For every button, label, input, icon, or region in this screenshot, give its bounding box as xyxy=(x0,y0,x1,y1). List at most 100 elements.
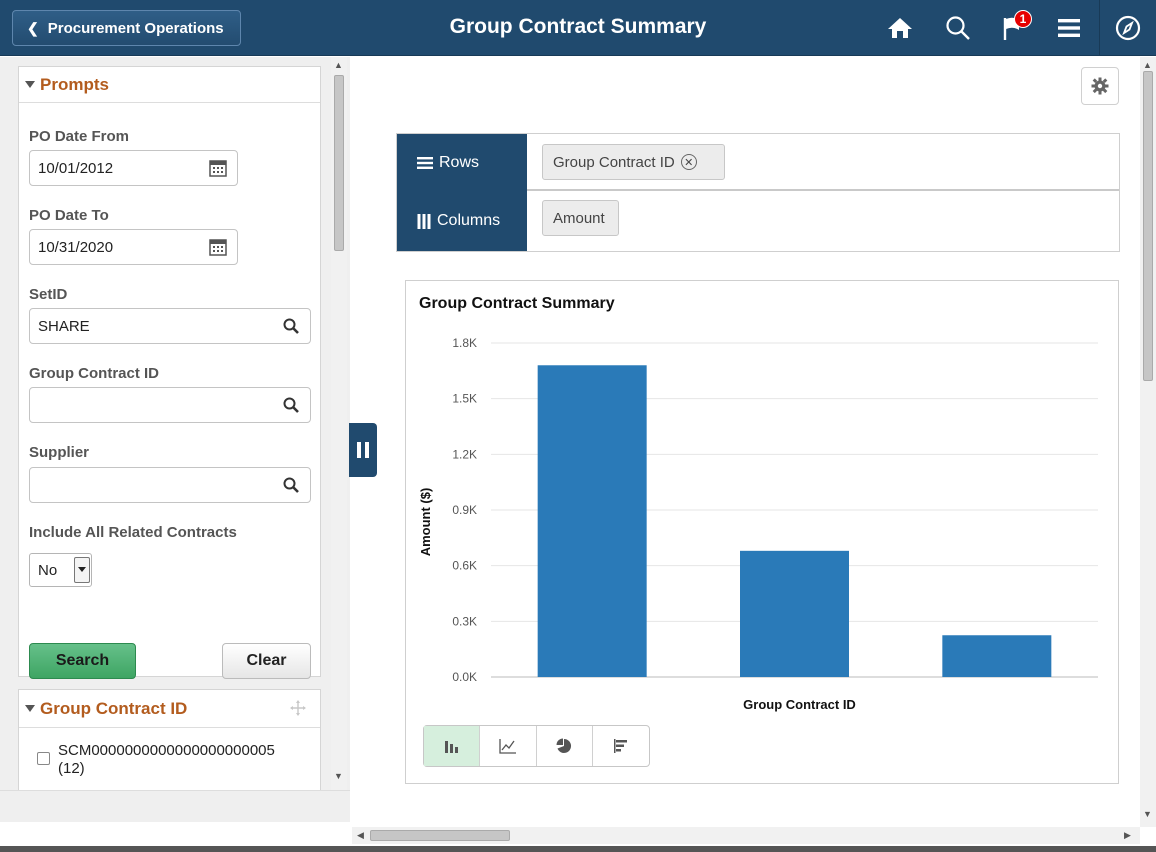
setid-value: SHARE xyxy=(38,317,90,335)
y-tick-label: 0.6K xyxy=(452,559,477,573)
chart-card: 0.0K 0.3K 0.6K 0.9K 1.2K 1.5K 1.8K Group Contra… xyxy=(405,280,1119,784)
horizontal-bar-chart-type-button[interactable] xyxy=(593,726,649,766)
bar-chart-type-button[interactable] xyxy=(424,726,481,766)
prompts-section: Prompts PO Date From 10/01/2012 PO Date … xyxy=(18,66,321,679)
notification-flag-icon[interactable]: 1 xyxy=(1000,10,1032,42)
prompts-heading: Prompts xyxy=(40,74,109,94)
main-scrollbar[interactable]: ▲ ▼ xyxy=(1140,57,1156,827)
column-chip-label: Amount xyxy=(553,209,605,227)
setid-field[interactable]: SHARE xyxy=(29,308,311,344)
pause-bar-icon xyxy=(365,442,369,458)
scroll-up-arrow-icon[interactable]: ▲ xyxy=(334,60,343,70)
facet-item-count: (12) xyxy=(58,760,85,777)
prompts-panel: Prompts PO Date From 10/01/2012 PO Date … xyxy=(0,57,350,821)
scroll-down-arrow-icon[interactable]: ▼ xyxy=(1143,809,1152,819)
pivot-grid-toolbar: Rows Columns Group Contract ID ✕ Amount xyxy=(396,133,1120,252)
group-contract-facet: Group Contract ID SCM0000000000000000000… xyxy=(18,689,321,799)
scroll-down-arrow-icon[interactable]: ▼ xyxy=(334,771,343,781)
lookup-search-icon[interactable] xyxy=(282,396,300,414)
po-date-to-label: PO Date To xyxy=(29,207,109,224)
settings-button[interactable] xyxy=(1081,67,1119,105)
navbar-compass-icon[interactable] xyxy=(1114,14,1142,42)
clear-button[interactable]: Clear xyxy=(222,643,311,679)
header-divider xyxy=(1099,0,1100,56)
back-button[interactable]: ❮ Procurement Operations xyxy=(12,10,241,46)
hamburger-menu-icon[interactable] xyxy=(1055,14,1083,42)
window-bottom-border xyxy=(0,846,1156,852)
column-field-chip[interactable]: Amount xyxy=(542,200,619,236)
left-panel-scrollbar[interactable]: ▲ ▼ xyxy=(331,57,347,790)
include-related-value: No xyxy=(38,561,58,579)
x-axis-label: Group Contract ID xyxy=(743,697,856,712)
back-button-label: Procurement Operations xyxy=(47,19,224,37)
include-related-select[interactable]: No xyxy=(29,553,92,587)
po-date-to-field[interactable]: 10/31/2020 xyxy=(29,229,238,265)
search-icon[interactable] xyxy=(944,14,972,42)
line-chart-type-button[interactable] xyxy=(480,726,537,766)
po-date-from-label: PO Date From xyxy=(29,128,130,145)
search-button[interactable]: Search xyxy=(29,643,136,679)
horizontal-scroll-thumb[interactable] xyxy=(370,830,510,841)
scroll-up-arrow-icon[interactable]: ▲ xyxy=(1143,60,1152,70)
left-panel-footer xyxy=(0,790,350,822)
rows-icon xyxy=(417,157,433,169)
dropdown-arrow-icon xyxy=(74,557,90,583)
y-axis-label: Amount ($) xyxy=(418,488,433,557)
main-scroll-thumb[interactable] xyxy=(1143,71,1153,381)
pivot-divider xyxy=(527,189,1119,191)
pie-chart-icon xyxy=(556,738,572,753)
columns-icon xyxy=(417,213,431,229)
facet-checkbox[interactable] xyxy=(37,752,50,765)
bar-chart-icon xyxy=(444,741,458,753)
lookup-search-icon[interactable] xyxy=(282,476,300,494)
main-horizontal-scrollbar[interactable]: ◀ ▶ xyxy=(352,827,1140,844)
drag-move-icon[interactable] xyxy=(290,700,306,716)
bar xyxy=(942,635,1052,677)
facet-list-item[interactable]: SCM0000000000000000000005 (12) xyxy=(37,742,275,778)
po-date-to-value: 10/31/2020 xyxy=(38,238,114,256)
include-related-label: Include All Related Contracts xyxy=(29,524,237,541)
po-date-from-field[interactable]: 10/01/2012 xyxy=(29,150,238,186)
y-tick-label: 1.8K xyxy=(452,336,477,350)
lookup-search-icon[interactable] xyxy=(282,317,300,335)
columns-label: Columns xyxy=(437,212,501,229)
po-date-from-value: 10/01/2012 xyxy=(38,159,114,177)
bar xyxy=(740,550,849,677)
y-tick-label: 1.5K xyxy=(452,392,477,406)
rows-label: Rows xyxy=(439,154,480,171)
bar-chart: 0.0K 0.3K 0.6K 0.9K 1.2K 1.5K 1.8K Group Contra… xyxy=(418,336,1098,712)
y-tick-label: 0.0K xyxy=(452,670,477,684)
group-contract-id-label: Group Contract ID xyxy=(29,365,159,382)
prompts-section-header[interactable]: Prompts xyxy=(19,67,320,103)
facet-item-label: SCM0000000000000000000005 xyxy=(58,742,275,759)
horizontal-bar-chart-icon xyxy=(613,739,627,753)
collapse-triangle-icon xyxy=(25,81,35,88)
chart-type-selector xyxy=(423,725,650,767)
group-contract-id-field[interactable] xyxy=(29,387,311,423)
rows-axis: Rows xyxy=(397,134,527,192)
supplier-field[interactable] xyxy=(29,467,311,503)
row-field-chip[interactable]: Group Contract ID ✕ xyxy=(542,144,725,180)
chevron-left-icon: ❮ xyxy=(27,19,39,36)
group-contract-facet-header[interactable]: Group Contract ID xyxy=(19,690,320,728)
supplier-label: Supplier xyxy=(29,444,90,461)
pie-chart-type-button[interactable] xyxy=(537,726,593,766)
calendar-icon[interactable] xyxy=(209,238,227,256)
row-chip-label: Group Contract ID xyxy=(553,153,675,171)
home-icon[interactable] xyxy=(886,14,914,42)
scroll-left-arrow-icon[interactable]: ◀ xyxy=(357,830,364,840)
pivot-axis-labels: Rows Columns xyxy=(397,134,527,251)
scroll-right-arrow-icon[interactable]: ▶ xyxy=(1124,830,1131,840)
remove-chip-icon[interactable]: ✕ xyxy=(680,154,697,170)
left-scroll-thumb[interactable] xyxy=(334,75,344,251)
chart-title: Group Contract Summary xyxy=(419,295,615,312)
panel-collapse-handle[interactable] xyxy=(349,423,377,477)
y-tick-label: 0.9K xyxy=(452,503,477,517)
calendar-icon[interactable] xyxy=(209,159,227,177)
setid-label: SetID xyxy=(29,286,68,303)
bar xyxy=(537,365,647,677)
facet-heading: Group Contract ID xyxy=(40,698,188,718)
y-tick-label: 1.2K xyxy=(452,447,477,461)
gear-icon xyxy=(1091,77,1109,95)
collapse-triangle-icon xyxy=(25,705,35,712)
